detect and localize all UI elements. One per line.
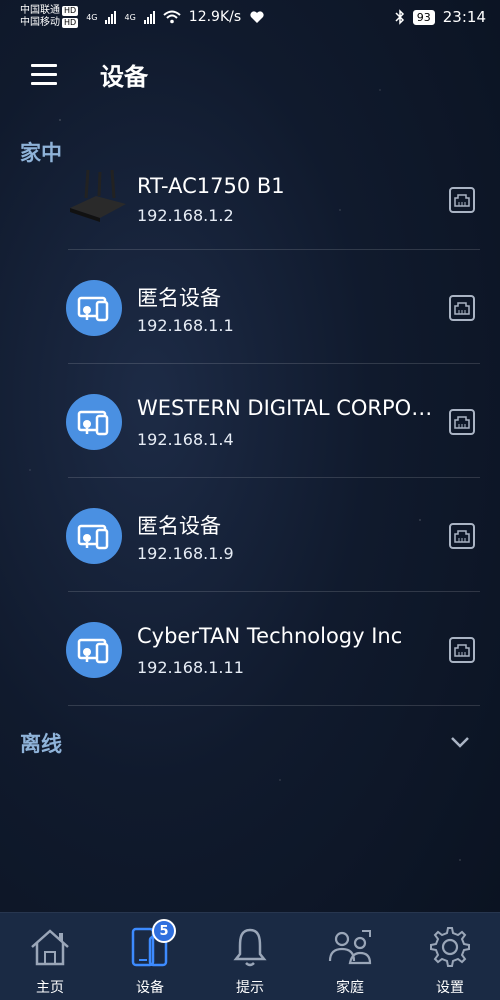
router-icon [70,169,126,222]
device-name: 匿名设备 [137,514,221,538]
nav-label: 家庭 [336,980,364,996]
ethernet-icon [449,637,475,663]
device-ip: 192.168.1.1 [137,316,234,335]
device-name: 匿名设备 [137,286,221,310]
device-ip: 192.168.1.11 [137,658,244,677]
family-icon [326,923,374,971]
devices-count-badge: 5 [152,919,176,943]
device-icon [66,622,122,678]
nav-settings[interactable]: 设置 [400,923,500,997]
nav-devices[interactable]: 5 设备 [100,919,200,997]
status-bar: 中国联通 HD 中国移动 HD 4G 4G 12.9K/s 93 23:14 [20,5,486,28]
device-ip: 192.168.1.2 [137,206,234,225]
ethernet-icon [449,523,475,549]
bluetooth-icon [395,9,404,25]
device-name: WESTERN DIGITAL CORPORATION [137,396,442,420]
ethernet-icon [449,295,475,321]
battery-indicator: 93 [412,9,435,25]
ethernet-icon [449,187,475,213]
nav-home[interactable]: 主页 [0,923,100,997]
device-icon [66,508,122,564]
gear-icon [426,923,474,971]
app-header: 设备 [0,34,500,114]
device-ip: 192.168.1.9 [137,544,234,563]
device-row[interactable]: RT-AC1750 B1 192.168.1.2 [0,136,500,250]
signal-icon-2 [143,10,155,24]
clock: 23:14 [442,8,486,26]
nav-alerts[interactable]: 提示 [200,923,300,997]
device-name: CyberTAN Technology Inc [137,624,403,648]
page-title: 设备 [100,62,148,91]
nav-label: 主页 [36,980,64,996]
heart-icon [250,11,264,23]
signal-icon [105,10,117,24]
device-ip: 192.168.1.4 [137,430,234,449]
device-row[interactable]: CyberTAN Technology Inc 192.168.1.11 [0,592,500,706]
carrier-2: 中国移动 [20,17,60,28]
bottom-nav: 主页 5 设备 提示 家庭 设置 [0,912,500,1000]
device-row[interactable]: 匿名设备 192.168.1.9 [0,478,500,592]
device-icon [66,394,122,450]
ethernet-icon [449,409,475,435]
chevron-down-icon [451,737,469,748]
divider [68,705,480,706]
device-row[interactable]: 匿名设备 192.168.1.1 [0,250,500,364]
network-speed: 12.9K/s [188,9,242,25]
device-icon [66,280,122,336]
nav-family[interactable]: 家庭 [300,923,400,997]
section-offline-title: 离线 [20,732,62,756]
carrier-info: 中国联通 HD 中国移动 HD [20,5,79,28]
offline-section-toggle[interactable]: 离线 [0,722,500,762]
carrier-1: 中国联通 [20,5,60,16]
wifi-icon [163,10,181,24]
bell-icon [226,923,274,971]
nav-label: 设备 [136,980,164,996]
nav-label: 提示 [236,980,264,996]
device-name: RT-AC1750 B1 [137,174,285,198]
home-icon [26,923,74,971]
nav-label: 设置 [436,980,464,996]
devices-icon: 5 [126,919,176,971]
menu-icon[interactable] [14,44,74,104]
device-row[interactable]: WESTERN DIGITAL CORPORATION 192.168.1.4 [0,364,500,478]
